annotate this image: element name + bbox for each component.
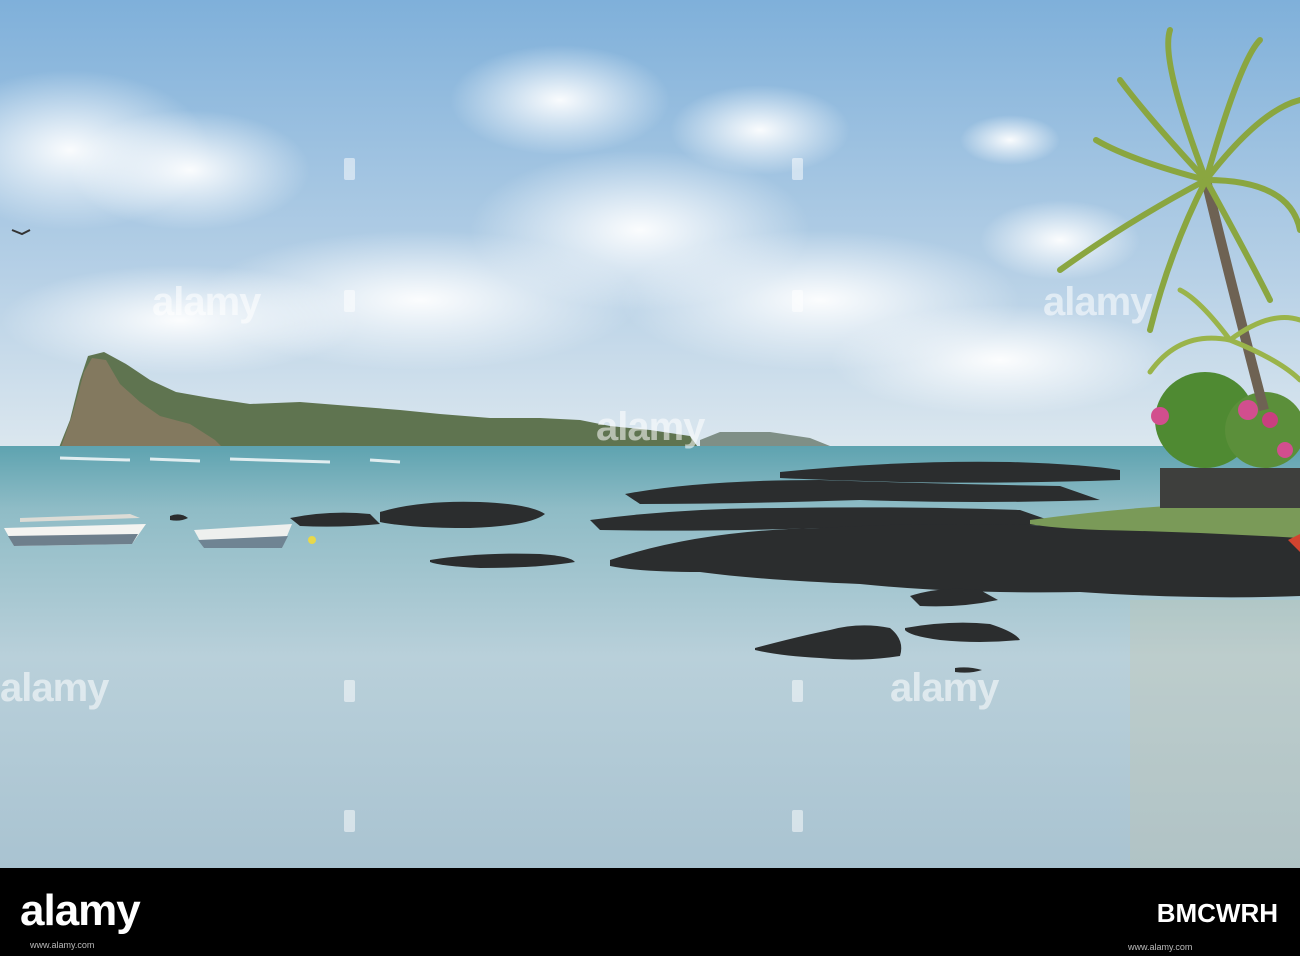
watermark-mark: [792, 680, 803, 702]
sea: [0, 446, 1300, 868]
watermark-mark: [792, 290, 803, 312]
watermark-mark: [344, 290, 355, 312]
watermark: alamy: [152, 280, 261, 324]
coastal-photo: alamy alamy alamy alamy alamy: [0, 0, 1300, 868]
stock-footer: alamy www.alamy.com BMCWRH www.alamy.com: [0, 868, 1300, 956]
watermark: alamy: [596, 405, 705, 449]
shore-reflection: [1130, 600, 1300, 868]
watermark-mark: [344, 810, 355, 832]
watermark-mark: [792, 158, 803, 180]
footer-image-id: BMCWRH: [1156, 898, 1278, 928]
footer-logo: alamy: [20, 886, 141, 935]
watermark-mark: [792, 810, 803, 832]
watermark-mark: [344, 680, 355, 702]
watermark: alamy: [890, 666, 999, 710]
buoy: [308, 536, 316, 544]
stone-wall: [1160, 468, 1300, 508]
footer-site-right: www.alamy.com: [1128, 942, 1193, 952]
footer-site-left: www.alamy.com: [30, 940, 95, 950]
watermark-mark: [344, 158, 355, 180]
watermark: alamy: [0, 666, 109, 710]
watermark: alamy: [1043, 280, 1152, 324]
